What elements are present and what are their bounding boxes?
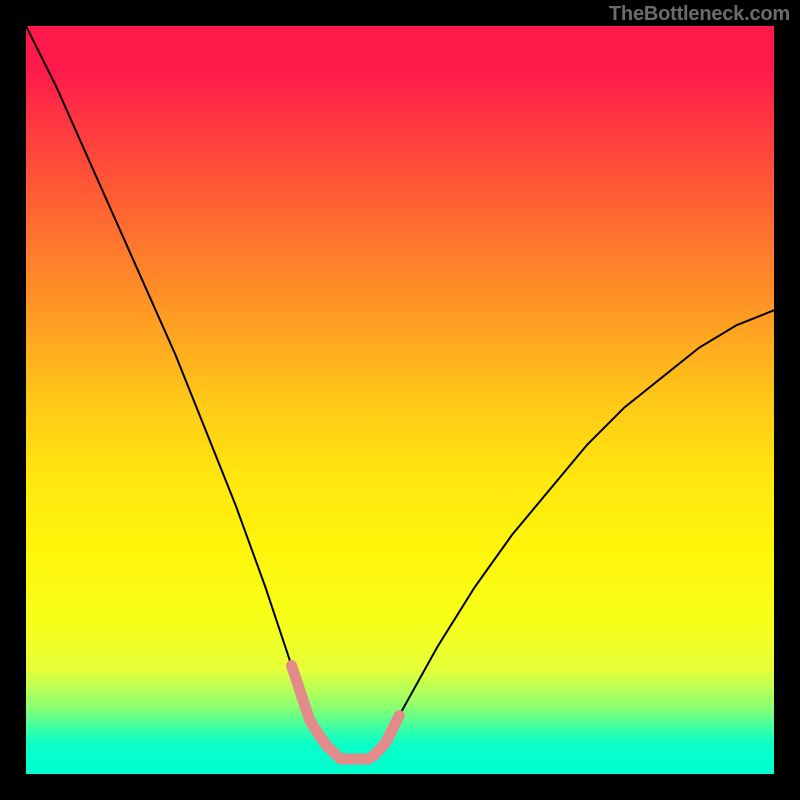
plot-area xyxy=(26,26,774,774)
watermark-text: TheBottleneck.com xyxy=(609,3,790,26)
outer-frame: TheBottleneck.com xyxy=(0,0,800,800)
background-gradient xyxy=(26,26,774,774)
